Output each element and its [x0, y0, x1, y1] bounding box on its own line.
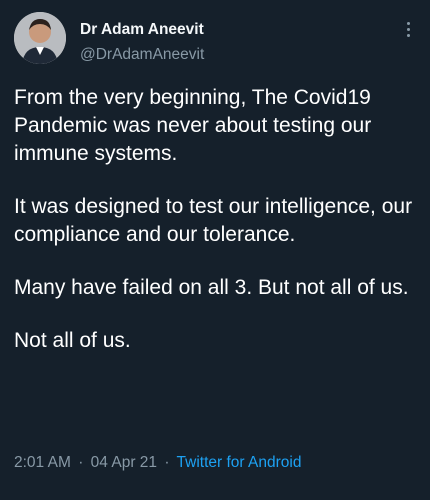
tweet-paragraph: Many have failed on all 3. But not all o…: [14, 276, 409, 299]
more-options-icon[interactable]: [403, 22, 413, 40]
author-handle[interactable]: @DrAdamAneevit: [80, 46, 204, 64]
avatar[interactable]: [14, 12, 66, 64]
tweet-text: From the very beginning, The Covid19 Pan…: [14, 84, 418, 380]
tweet-metadata: 2:01 AM · 04 Apr 21 · Twitter for Androi…: [14, 454, 301, 472]
meta-separator: ·: [164, 454, 170, 471]
tweet-paragraph: Not all of us.: [14, 329, 131, 352]
tweet-time[interactable]: 2:01 AM: [14, 454, 71, 471]
tweet-date[interactable]: 04 Apr 21: [91, 454, 157, 471]
tweet-paragraph: It was designed to test our intelligence…: [14, 195, 413, 246]
tweet-source-link[interactable]: Twitter for Android: [177, 454, 302, 471]
author-name[interactable]: Dr Adam Aneevit: [80, 21, 204, 39]
tweet-paragraph: From the very beginning, The Covid19 Pan…: [14, 86, 372, 165]
meta-separator: ·: [78, 454, 84, 471]
profile-photo-icon: [14, 12, 66, 64]
tweet-card: Dr Adam Aneevit @DrAdamAneevit From the …: [0, 0, 430, 500]
